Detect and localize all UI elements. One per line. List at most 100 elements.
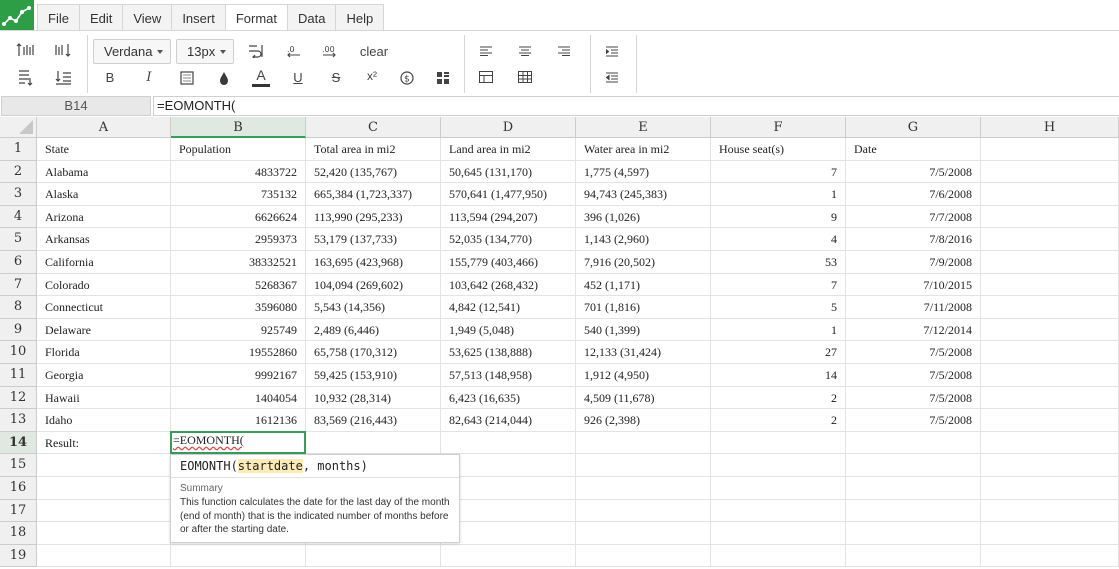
cell-g7[interactable]: 7/10/2015 <box>846 273 981 297</box>
align-middle-icon[interactable] <box>52 41 74 59</box>
underline-button[interactable]: U <box>289 67 307 87</box>
cell-a18[interactable] <box>37 522 171 545</box>
cell-h17[interactable] <box>981 499 1119 523</box>
text-color-button[interactable]: A <box>251 66 271 88</box>
cell-h14[interactable] <box>981 431 1119 455</box>
cell-e3[interactable]: 94,743 (245,383) <box>576 183 711 206</box>
clear-format-button[interactable]: clear <box>356 41 392 61</box>
cell-g6[interactable]: 7/9/2008 <box>846 251 981 274</box>
align-right-icon[interactable] <box>555 42 573 60</box>
cell-c5[interactable]: 53,179 (137,733) <box>306 228 441 251</box>
cell-g1[interactable]: Date <box>846 138 981 161</box>
cell-a8[interactable]: Connecticut <box>37 296 171 319</box>
cell-d7[interactable]: 103,642 (268,432) <box>441 273 576 297</box>
cell-a12[interactable]: Hawaii <box>37 386 171 410</box>
cell-h16[interactable] <box>981 477 1119 500</box>
cell-c4[interactable]: 113,990 (295,233) <box>306 205 441 229</box>
cell-f17[interactable] <box>711 499 846 523</box>
cell-c14[interactable] <box>306 431 441 455</box>
cell-f12[interactable]: 2 <box>711 386 846 410</box>
cell-c19[interactable] <box>306 544 441 568</box>
cell-e15[interactable] <box>576 454 711 477</box>
cell-f3[interactable]: 1 <box>711 183 846 206</box>
cell-a16[interactable] <box>37 477 171 500</box>
cell-d5[interactable]: 52,035 (134,770) <box>441 228 576 251</box>
cell-a2[interactable]: Alabama <box>37 160 171 184</box>
cell-g18[interactable] <box>846 522 981 545</box>
cell-b5[interactable]: 2959373 <box>171 228 306 251</box>
cell-c6[interactable]: 163,695 (423,968) <box>306 251 441 274</box>
cell-d2[interactable]: 50,645 (131,170) <box>441 160 576 184</box>
cell-g13[interactable]: 7/5/2008 <box>846 409 981 432</box>
cell-b12[interactable]: 1404054 <box>171 386 306 410</box>
menu-view[interactable]: View <box>122 4 172 31</box>
cell-c10[interactable]: 65,758 (170,312) <box>306 341 441 364</box>
menu-file[interactable]: File <box>37 4 79 31</box>
cell-d13[interactable]: 82,643 (214,044) <box>441 409 576 432</box>
name-box[interactable]: B14 <box>1 96 151 116</box>
cell-h4[interactable] <box>981 205 1119 229</box>
active-cell-editor[interactable]: =EOMONTH( <box>170 430 306 455</box>
cell-h15[interactable] <box>981 454 1119 477</box>
cell-g2[interactable]: 7/5/2008 <box>846 160 981 184</box>
cell-d15[interactable] <box>441 454 576 477</box>
cell-a14[interactable]: Result: <box>37 431 171 455</box>
cell-b1[interactable]: Population <box>171 138 306 161</box>
cell-f11[interactable]: 14 <box>711 364 846 387</box>
cell-e17[interactable] <box>576 499 711 523</box>
increase-decimal-icon[interactable]: .00 <box>319 41 341 61</box>
column-header-g[interactable]: G <box>846 117 981 138</box>
cell-e5[interactable]: 1,143 (2,960) <box>576 228 711 251</box>
cell-a13[interactable]: Idaho <box>37 409 171 432</box>
cell-a6[interactable]: California <box>37 251 171 274</box>
row-header-16[interactable]: 16 <box>0 477 37 500</box>
cell-d1[interactable]: Land area in mi2 <box>441 138 576 161</box>
select-all-corner[interactable] <box>0 117 37 138</box>
column-header-b[interactable]: B <box>171 117 306 138</box>
menu-data[interactable]: Data <box>287 4 336 31</box>
cell-h3[interactable] <box>981 183 1119 206</box>
cell-h2[interactable] <box>981 160 1119 184</box>
cell-c7[interactable]: 104,094 (269,602) <box>306 273 441 297</box>
cell-a3[interactable]: Alaska <box>37 183 171 206</box>
row-header-14[interactable]: 14 <box>0 431 37 455</box>
cell-b2[interactable]: 4833722 <box>171 160 306 184</box>
row-header-13[interactable]: 13 <box>0 409 37 432</box>
cell-a1[interactable]: State <box>37 138 171 161</box>
cell-d6[interactable]: 155,779 (403,466) <box>441 251 576 274</box>
cell-d14[interactable] <box>441 431 576 455</box>
cell-g16[interactable] <box>846 477 981 500</box>
menu-format[interactable]: Format <box>224 4 287 31</box>
cell-h5[interactable] <box>981 228 1119 251</box>
align-left-icon[interactable] <box>477 42 495 60</box>
cell-c8[interactable]: 5,543 (14,356) <box>306 296 441 319</box>
cell-a11[interactable]: Georgia <box>37 364 171 387</box>
cell-e14[interactable] <box>576 431 711 455</box>
cell-g19[interactable] <box>846 544 981 568</box>
cell-h11[interactable] <box>981 364 1119 387</box>
strikethrough-button[interactable]: S <box>327 67 345 87</box>
cell-a19[interactable] <box>37 544 171 568</box>
align-top-icon[interactable] <box>14 41 36 59</box>
cell-e4[interactable]: 396 (1,026) <box>576 205 711 229</box>
cell-b6[interactable]: 38332521 <box>171 251 306 274</box>
cell-e7[interactable]: 452 (1,171) <box>576 273 711 297</box>
cell-c9[interactable]: 2,489 (6,446) <box>306 318 441 342</box>
borders-icon[interactable] <box>477 68 495 86</box>
cell-e18[interactable] <box>576 522 711 545</box>
app-logo[interactable] <box>0 0 34 34</box>
cell-g11[interactable]: 7/5/2008 <box>846 364 981 387</box>
cell-d12[interactable]: 6,423 (16,635) <box>441 386 576 410</box>
cell-d11[interactable]: 57,513 (148,958) <box>441 364 576 387</box>
column-header-e[interactable]: E <box>576 117 711 138</box>
cell-f2[interactable]: 7 <box>711 160 846 184</box>
cell-d16[interactable] <box>441 477 576 500</box>
row-header-3[interactable]: 3 <box>0 183 37 206</box>
row-header-17[interactable]: 17 <box>0 499 37 523</box>
cell-c2[interactable]: 52,420 (135,767) <box>306 160 441 184</box>
cell-c13[interactable]: 83,569 (216,443) <box>306 409 441 432</box>
cell-e19[interactable] <box>576 544 711 568</box>
cell-d3[interactable]: 570,641 (1,477,950) <box>441 183 576 206</box>
format-icon[interactable] <box>434 68 452 88</box>
cell-f15[interactable] <box>711 454 846 477</box>
